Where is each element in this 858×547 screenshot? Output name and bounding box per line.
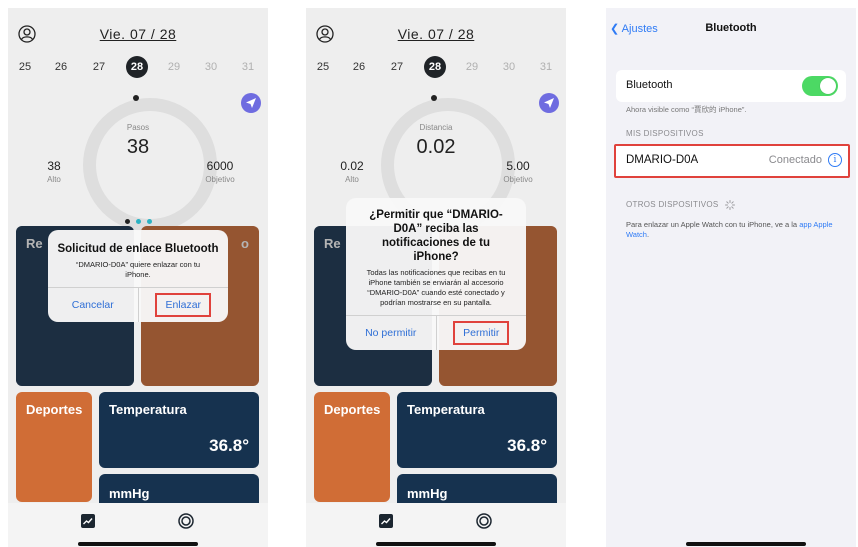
sports-tile[interactable]: Deportes bbox=[16, 392, 92, 502]
device-row[interactable]: DMARIO-D0A Conectado i bbox=[614, 144, 850, 178]
temperature-label: Temperatura bbox=[407, 402, 485, 417]
watch-face-icon[interactable] bbox=[476, 513, 492, 529]
high-value: 0.02 bbox=[340, 159, 364, 173]
allow-button[interactable]: Permitir bbox=[437, 316, 527, 350]
other-devices-label: OTROS DISPOSITIVOS bbox=[626, 200, 719, 210]
pair-label: Enlazar bbox=[155, 293, 212, 317]
dialog-message: Todas las notificaciones que recibas en … bbox=[366, 268, 506, 307]
dialog-title: Solicitud de enlace Bluetooth bbox=[57, 243, 219, 255]
day-item[interactable]: 31 bbox=[237, 56, 259, 78]
temperature-tile[interactable]: Temperatura 36.8° bbox=[99, 392, 259, 468]
pair-button[interactable]: Enlazar bbox=[139, 288, 229, 322]
my-devices-header: MIS DISPOSITIVOS bbox=[626, 129, 704, 138]
goal-label: Objetivo bbox=[503, 175, 533, 184]
phone-screen-pairing: Vie. 07 / 28 25 26 27 28 29 30 31 Pasos … bbox=[8, 8, 268, 547]
day-item-selected[interactable]: 28 bbox=[424, 56, 446, 78]
ring-value: 38 bbox=[126, 136, 150, 158]
day-item[interactable]: 29 bbox=[461, 56, 483, 78]
home-indicator bbox=[78, 542, 198, 546]
info-icon[interactable]: i bbox=[828, 153, 842, 167]
page-dot bbox=[146, 219, 152, 224]
other-devices-header: OTROS DISPOSITIVOS bbox=[626, 200, 736, 210]
allow-label: Permitir bbox=[453, 321, 510, 345]
temperature-tile[interactable]: Temperatura 36.8° bbox=[397, 392, 557, 468]
ring-marker bbox=[133, 95, 139, 101]
device-status: Conectado bbox=[768, 154, 822, 166]
pressure-label: mmHg bbox=[407, 486, 448, 501]
paper-plane-icon bbox=[544, 98, 554, 108]
temperature-label: Temperatura bbox=[109, 402, 187, 417]
ring-value: 0.02 bbox=[416, 136, 456, 158]
send-button[interactable] bbox=[539, 93, 559, 113]
temperature-value: 36.8° bbox=[209, 436, 249, 455]
day-item-selected[interactable]: 28 bbox=[126, 56, 148, 78]
ring-marker bbox=[431, 95, 437, 101]
visibility-note: Ahora visible como “賈欣的 iPhone”. bbox=[626, 105, 747, 114]
day-item[interactable]: 30 bbox=[498, 56, 520, 78]
day-item[interactable]: 25 bbox=[312, 56, 334, 78]
activity-chart-icon[interactable] bbox=[80, 513, 96, 529]
dialog-buttons: Cancelar Enlazar bbox=[48, 287, 228, 322]
goal-value: 6000 bbox=[206, 159, 234, 173]
page-dot bbox=[124, 219, 130, 224]
help-text: Para enlazar un Apple Watch con tu iPhon… bbox=[626, 220, 798, 229]
date-selector[interactable]: Vie. 07 / 28 bbox=[8, 26, 268, 42]
page-title: Bluetooth bbox=[705, 22, 757, 34]
bluetooth-toggle[interactable] bbox=[802, 76, 838, 96]
high-label: Alto bbox=[47, 175, 61, 184]
bluetooth-toggle-row: Bluetooth bbox=[616, 70, 846, 102]
pressure-label: mmHg bbox=[109, 486, 150, 501]
tab-bar bbox=[8, 503, 268, 547]
high-label: Alto bbox=[345, 175, 359, 184]
send-button[interactable] bbox=[241, 93, 261, 113]
day-item[interactable]: 31 bbox=[535, 56, 557, 78]
notifications-permission-dialog: ¿Permitir que “DMARIO-D0A” reciba las no… bbox=[346, 198, 526, 350]
deny-button[interactable]: No permitir bbox=[346, 316, 437, 350]
sports-title: Deportes bbox=[324, 402, 381, 417]
device-name: DMARIO-D0A bbox=[626, 154, 699, 166]
paper-plane-icon bbox=[246, 98, 256, 108]
cancel-label: Cancelar bbox=[71, 299, 114, 311]
sports-tile[interactable]: Deportes bbox=[314, 392, 390, 502]
home-indicator bbox=[686, 542, 806, 546]
goal-label: Objetivo bbox=[205, 175, 235, 184]
sports-title: Deportes bbox=[26, 402, 83, 417]
bluetooth-label: Bluetooth bbox=[626, 79, 673, 91]
page-indicator[interactable] bbox=[8, 211, 268, 224]
day-strip: 25 26 27 28 29 30 31 bbox=[306, 56, 566, 78]
dialog-title: ¿Permitir que “DMARIO-D0A” reciba las no… bbox=[369, 209, 503, 263]
day-item[interactable]: 30 bbox=[200, 56, 222, 78]
high-value: 38 bbox=[47, 159, 61, 173]
ring-label: Distancia bbox=[419, 123, 453, 132]
activity-chart-icon[interactable] bbox=[378, 513, 394, 529]
toggle-knob bbox=[820, 78, 836, 94]
day-item[interactable]: 29 bbox=[163, 56, 185, 78]
bluetooth-pairing-dialog: Solicitud de enlace Bluetooth “DMARIO-D0… bbox=[48, 230, 228, 322]
loading-spinner-icon bbox=[725, 200, 736, 210]
day-item[interactable]: 26 bbox=[50, 56, 72, 78]
help-end: . bbox=[646, 230, 650, 239]
temperature-value: 36.8° bbox=[507, 436, 547, 455]
watch-face-icon[interactable] bbox=[178, 513, 194, 529]
phone-screen-bluetooth-settings: ❮ Ajustes Bluetooth Bluetooth Ahora visi… bbox=[606, 8, 856, 547]
day-item[interactable]: 27 bbox=[88, 56, 110, 78]
day-item[interactable]: 26 bbox=[348, 56, 370, 78]
apple-watch-help: Para enlazar un Apple Watch con tu iPhon… bbox=[626, 220, 841, 240]
day-item[interactable]: 27 bbox=[386, 56, 408, 78]
page-dot bbox=[135, 219, 141, 224]
goal-value: 5.00 bbox=[506, 159, 530, 173]
phone-screen-notifications: Vie. 07 / 28 25 26 27 28 29 30 31 Distan… bbox=[306, 8, 566, 547]
home-indicator bbox=[376, 542, 496, 546]
dialog-message: “DMARIO-D0A” quiere enlazar con tu iPhon… bbox=[75, 260, 201, 279]
day-item[interactable]: 25 bbox=[14, 56, 36, 78]
cancel-button[interactable]: Cancelar bbox=[48, 288, 139, 322]
date-selector[interactable]: Vie. 07 / 28 bbox=[306, 26, 566, 42]
tab-bar bbox=[306, 503, 566, 547]
dialog-buttons: No permitir Permitir bbox=[346, 315, 526, 350]
ring-label: Pasos bbox=[126, 123, 150, 132]
day-strip: 25 26 27 28 29 30 31 bbox=[8, 56, 268, 78]
deny-label: No permitir bbox=[365, 327, 417, 339]
